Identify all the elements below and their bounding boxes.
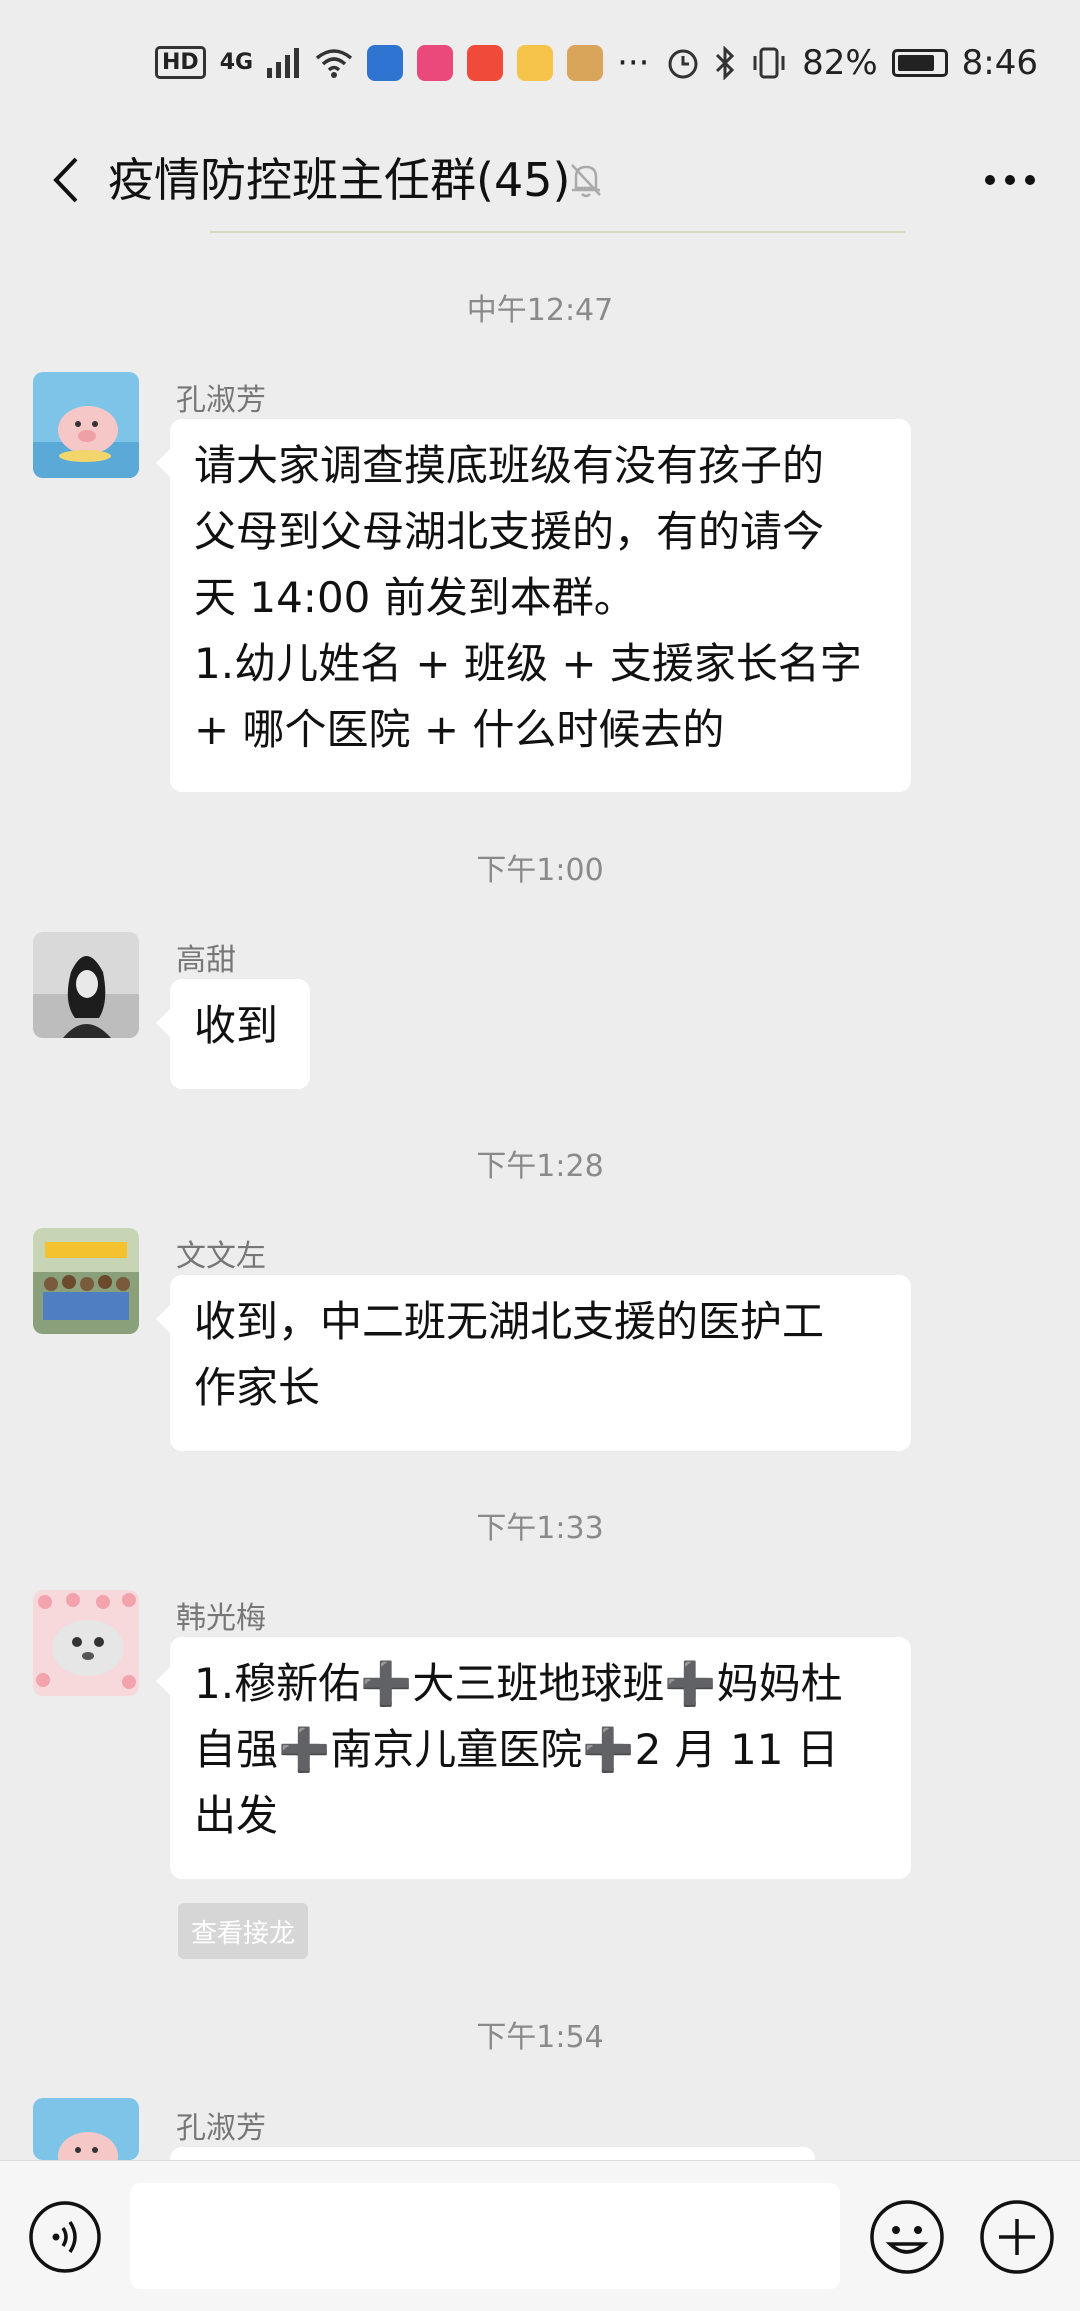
message-text: 父母到父母湖北支援的，有的请今 [194, 507, 825, 556]
timestamp: 下午1:54 [476, 2020, 604, 2055]
message-bubble[interactable]: 请大家调查摸底班级有没有孩子的 父母到父母湖北支援的，有的请今 天 14:00 … [156, 419, 911, 792]
app-notification-icon [517, 44, 554, 81]
status-right: 82% 8:46 [666, 43, 1038, 83]
avatar[interactable] [33, 372, 139, 478]
more-button[interactable] [970, 145, 1050, 215]
alarm-icon [668, 49, 698, 78]
avatar-image [33, 1590, 139, 1696]
chevron-left-icon [53, 157, 78, 203]
view-jielong-button[interactable]: 查看接龙 [178, 1903, 308, 1959]
timestamp: 下午1:33 [476, 1511, 604, 1546]
hd-badge: HD [155, 46, 206, 79]
app-notification-icon [567, 44, 604, 81]
sender-name: 孔淑芳 [176, 2111, 266, 2146]
avatar[interactable] [33, 1590, 139, 1696]
sender-name: 文文左 [176, 1239, 266, 1274]
sender-name: 高甜 [176, 943, 236, 978]
avatar-image [33, 932, 139, 1038]
vibrate-icon [753, 47, 785, 78]
message-text: 收到 [194, 1001, 279, 1050]
voice-icon [29, 2201, 101, 2273]
avatar[interactable] [33, 2098, 139, 2160]
more-notifications: ··· [617, 42, 650, 83]
message-bubble[interactable]: 收到 [156, 979, 310, 1089]
clock: 8:46 [961, 42, 1038, 83]
avatar[interactable] [33, 932, 139, 1038]
input-bar [0, 2160, 1080, 2311]
sender-name: 孔淑芳 [176, 383, 266, 418]
message-text: 收到，中二班无湖北支援的医护工 [194, 1297, 825, 1346]
message-text: + 哪个医院 + 什么时候去的 [194, 705, 725, 754]
timestamp: 下午1:28 [476, 1149, 604, 1184]
message-text: 自强➕南京儿童医院➕2 月 11 日 [194, 1725, 839, 1774]
battery-icon [891, 48, 948, 77]
plus-button[interactable] [978, 2198, 1056, 2276]
wifi-icon [315, 48, 353, 78]
network-type: 4G [219, 50, 254, 75]
avatar-image [33, 372, 139, 478]
bell-off-icon [571, 164, 601, 198]
message-bubble[interactable]: 1.穆新佑➕大三班地球班➕妈妈杜 自强➕南京儿童医院➕2 月 11 日 出发 [156, 1637, 911, 1879]
page-title: 疫情防控班主任群(45) [108, 153, 571, 207]
timestamp: 中午12:47 [466, 293, 614, 328]
app-notification-icon [467, 44, 504, 81]
message-text: 1.幼儿姓名 + 班级 + 支援家长名字 [194, 639, 862, 688]
message-text: 出发 [194, 1791, 279, 1840]
message-text: 天 14:00 前发到本群。 [194, 573, 636, 622]
status-left: HD 4G ··· [155, 43, 650, 83]
emoji-button[interactable] [868, 2198, 946, 2276]
message-input[interactable] [130, 2183, 840, 2289]
message-bubble[interactable]: 收到，中二班无湖北支援的医护工 作家长 [156, 1275, 911, 1451]
plus-icon [980, 2200, 1054, 2274]
sender-name: 韩光梅 [176, 1601, 266, 1636]
avatar[interactable] [33, 1228, 139, 1334]
back-button[interactable] [30, 145, 100, 215]
battery-percent: 82% [802, 42, 878, 83]
voice-button[interactable] [28, 2200, 102, 2274]
message-bubble[interactable] [170, 2147, 815, 2160]
avatar-image [33, 2098, 139, 2160]
app-notification-icon [367, 44, 404, 81]
more-dots-icon [985, 175, 1035, 185]
message-text: 请大家调查摸底班级有没有孩子的 [194, 441, 825, 490]
message-text: 作家长 [194, 1363, 321, 1412]
avatar-image [33, 1228, 139, 1334]
header-divider [210, 231, 905, 233]
signal-icon [267, 47, 300, 78]
app-notification-icon [417, 44, 454, 81]
message-text: 1.穆新佑➕大三班地球班➕妈妈杜 [194, 1659, 843, 1708]
title-bar: 疫情防控班主任群(45) [0, 125, 1080, 235]
bluetooth-icon [716, 45, 735, 80]
emoji-icon [870, 2200, 944, 2274]
timestamp: 下午1:00 [476, 853, 604, 888]
status-bar: HD 4G ··· 82% 8:46 [0, 0, 1080, 125]
